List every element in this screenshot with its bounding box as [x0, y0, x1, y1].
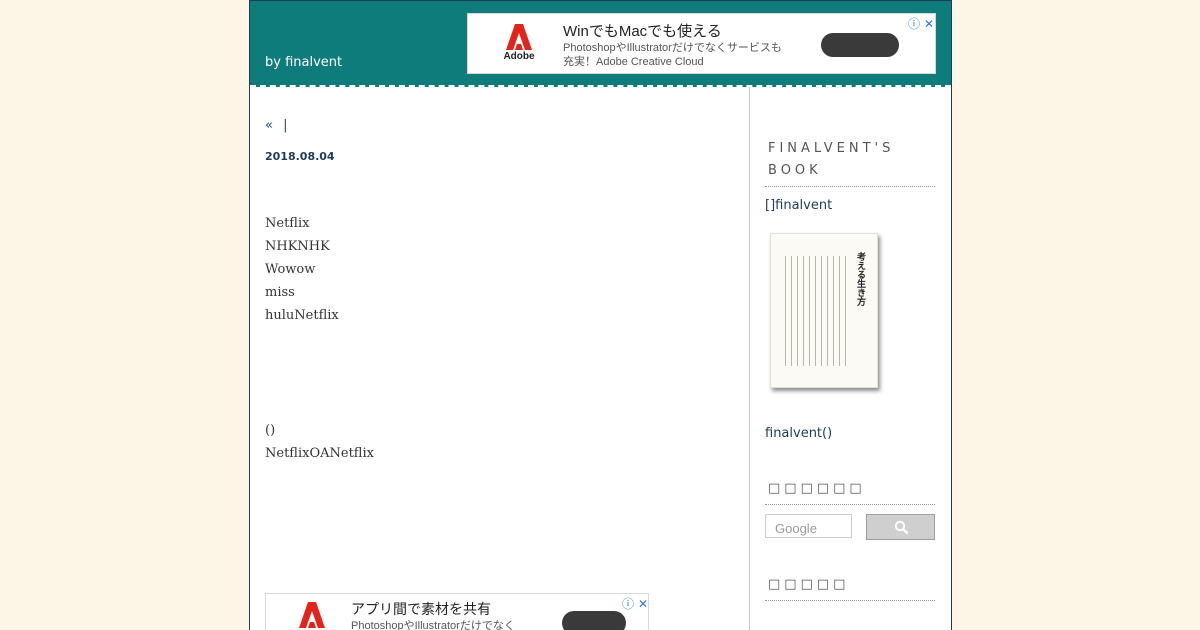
ad-title[interactable]: アプリ間で素材を共有 [351, 599, 491, 619]
sidebar-heading-recent: □□□□□ [765, 574, 935, 601]
ad-cta-button[interactable] [821, 33, 899, 57]
close-icon[interactable]: ✕ [924, 17, 934, 31]
post-line: () [265, 423, 276, 438]
post-line: miss [265, 285, 295, 300]
main-column: « | 2018.08.04 Netflix NHKNHK Wowow miss… [265, 118, 735, 461]
close-icon[interactable]: ✕ [638, 597, 648, 611]
prev-post-link[interactable]: « [265, 118, 273, 133]
post-line: NHKNHK [265, 239, 330, 254]
blog-byline[interactable]: by finalvent [265, 55, 342, 70]
post-body-section-2: () NetflixOANetflix [265, 419, 374, 465]
ad-description-line-2: 充実！Adobe Creative Cloud [563, 56, 704, 68]
search-input[interactable]: Google [765, 514, 852, 538]
adobe-logo-icon[interactable]: Adobe [503, 24, 535, 66]
page-container: by finalvent Adobe WinでもMacでも使える Photosh… [249, 0, 952, 630]
top-ad-banner[interactable]: Adobe WinでもMacでも使える PhotoshopやIllustrato… [467, 13, 936, 74]
info-icon[interactable]: ⓘ [622, 597, 634, 611]
nav-separator: | [283, 118, 288, 133]
book-cover-image[interactable]: 考える生き方 [770, 233, 878, 388]
column-divider [749, 87, 750, 630]
ad-description-line-1: PhotoshopやIllustratorだけでなくサービスも [563, 42, 782, 54]
sidebar-heading-book: FINALVENT'S BOOK [765, 138, 935, 187]
bottom-ad-banner[interactable]: アプリ間で素材を共有 PhotoshopやIllustratorだけでなく ⓘ ✕ [265, 593, 649, 630]
book-link[interactable]: []finalvent [765, 198, 832, 213]
post-line: NetflixOANetflix [265, 446, 374, 461]
search-icon [894, 520, 909, 535]
book-caption-link[interactable]: finalvent() [765, 426, 832, 441]
post-date: 2018.08.04 [265, 150, 335, 163]
blog-header: by finalvent Adobe WinでもMacでも使える Photosh… [250, 0, 951, 87]
post-navigation: « | [265, 118, 735, 133]
post-line: Netflix [265, 216, 310, 231]
sidebar-heading-search: □□□□□□ [765, 478, 935, 505]
ad-choices[interactable]: ⓘ ✕ [618, 595, 648, 612]
info-icon[interactable]: ⓘ [908, 17, 920, 31]
sidebar: FINALVENT'S BOOK []finalvent 考える生き方 fina… [765, 138, 935, 601]
post-body-section-1: Netflix NHKNHK Wowow miss huluNetflix [265, 212, 339, 327]
ad-cta-button[interactable] [562, 611, 626, 630]
post-line: Wowow [265, 262, 316, 277]
post-line: huluNetflix [265, 308, 339, 323]
ad-description-line-1: PhotoshopやIllustratorだけでなく [351, 620, 515, 630]
adobe-logo-text: Adobe [503, 51, 535, 62]
search-placeholder: Google [775, 521, 817, 536]
adobe-logo-icon[interactable] [296, 602, 328, 630]
ad-title[interactable]: WinでもMacでも使える [563, 20, 722, 41]
book-cover-title: 考える生き方 [855, 252, 865, 306]
ad-choices[interactable]: ⓘ ✕ [904, 15, 934, 32]
search-button[interactable] [866, 514, 935, 540]
